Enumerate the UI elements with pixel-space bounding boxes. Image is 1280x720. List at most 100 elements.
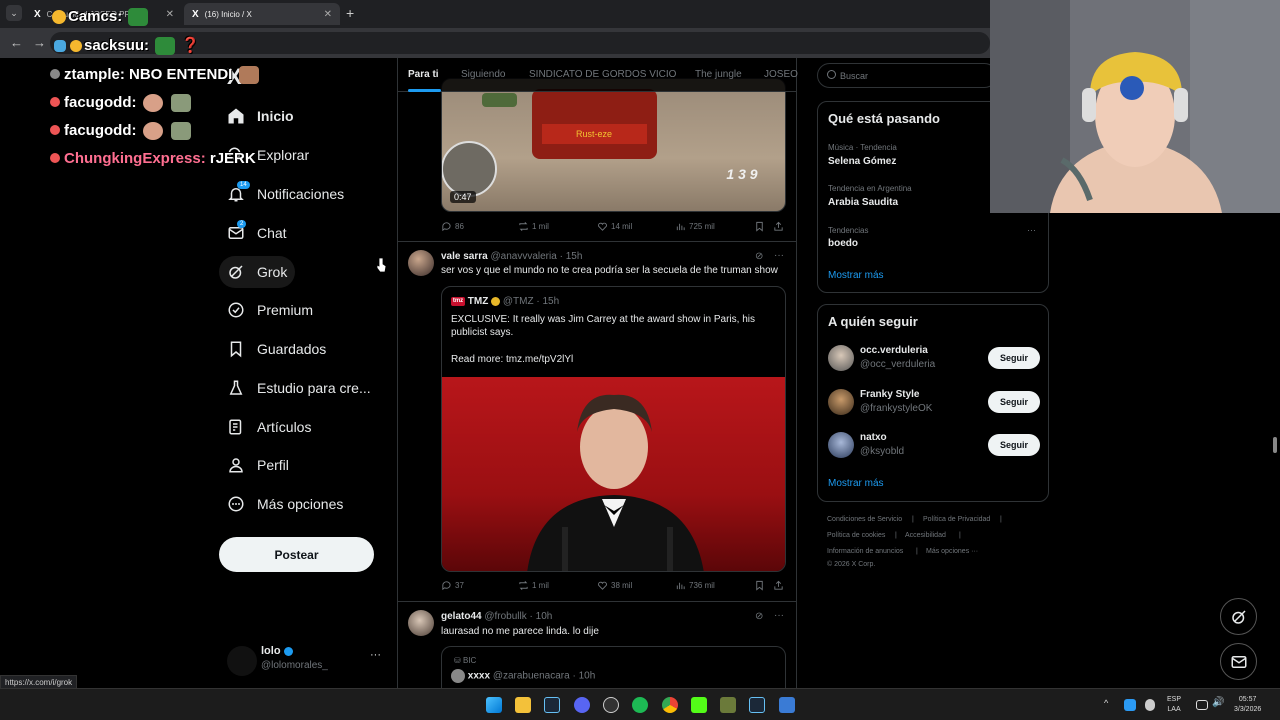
windows-start-icon[interactable] — [486, 697, 502, 713]
bookmark-button[interactable] — [754, 221, 765, 232]
nav-item-grok[interactable]: Grok — [219, 256, 296, 288]
tab-list-button[interactable]: ⌄ — [6, 5, 22, 21]
repost-button[interactable]: 1 mil — [518, 221, 549, 232]
account-more-icon[interactable]: ··· — [370, 649, 381, 661]
like-button[interactable]: 14 mil — [597, 221, 632, 232]
avatar[interactable] — [408, 250, 434, 276]
quote-link[interactable]: Read more: tmz.me/tpV2lYl — [451, 354, 573, 365]
nav-item-articulos[interactable]: Artículos — [219, 411, 319, 443]
nav-item-guardados[interactable]: Guardados — [219, 333, 334, 365]
follow-suggestion[interactable]: natxo @ksyobld Seguir — [828, 430, 1040, 460]
badge-icon — [50, 97, 60, 107]
follow-button[interactable]: Seguir — [988, 347, 1040, 369]
back-icon[interactable]: ← — [10, 35, 23, 50]
repost-button[interactable]: 1 mil — [518, 580, 549, 591]
bookmark-icon — [756, 580, 763, 591]
tab-joseo[interactable]: JOSEO — [764, 69, 798, 80]
obs-icon[interactable] — [603, 697, 619, 713]
post-actions: 86 1 mil 14 mil 725 mil — [441, 221, 786, 235]
footer-link[interactable]: Condiciones de Servicio — [827, 516, 902, 523]
follow-button[interactable]: Seguir — [988, 434, 1040, 456]
trends-show-more[interactable]: Mostrar más — [828, 270, 884, 281]
tab-siguiendo[interactable]: Siguiendo — [461, 69, 505, 80]
trend-item[interactable]: Selena Gómez — [828, 156, 896, 167]
quoted-post[interactable]: tmz TMZ @TMZ · 15h EXCLUSIVE: It really … — [441, 286, 786, 572]
search-input[interactable]: Buscar — [817, 63, 997, 88]
grok-small-icon[interactable]: ⊘ — [755, 251, 763, 262]
post-time[interactable]: 10h — [536, 611, 553, 622]
footer-separator: | — [1000, 516, 1002, 523]
post-more-icon[interactable]: ··· — [774, 610, 784, 621]
discord-icon[interactable] — [574, 697, 590, 713]
nav-item-label: Perfil — [257, 457, 289, 473]
author-name[interactable]: gelato44 — [441, 611, 482, 622]
grok-float-button[interactable] — [1220, 598, 1257, 635]
nav-item-estudio[interactable]: Estudio para cre... — [219, 372, 379, 404]
tab-para-ti[interactable]: Para ti — [408, 69, 439, 80]
chevron-up-icon[interactable]: ^ — [1104, 698, 1108, 708]
trend-item[interactable]: Arabia Saudita — [828, 197, 898, 208]
browser-tab-inicio[interactable]: X (16) Inicio / X ✕ — [184, 3, 340, 25]
follow-show-more[interactable]: Mostrar más — [828, 478, 884, 489]
nav-item-chat[interactable]: 2 Chat — [219, 217, 295, 249]
volume-icon[interactable]: 🔊 — [1212, 698, 1224, 708]
spotify-icon[interactable] — [632, 697, 648, 713]
follow-button[interactable]: Seguir — [988, 391, 1040, 413]
tab-the-jungle[interactable]: The jungle — [695, 69, 742, 80]
tab-close-icon[interactable]: ✕ — [324, 9, 332, 20]
messages-float-button[interactable] — [1220, 643, 1257, 680]
views-button[interactable]: 725 mil — [675, 221, 715, 232]
quote-image[interactable] — [442, 377, 785, 571]
network-icon[interactable] — [1196, 700, 1208, 710]
steam-icon[interactable] — [544, 697, 560, 713]
footer-link[interactable]: Política de Privacidad — [923, 516, 990, 523]
footer-link[interactable]: Accesibilidad — [905, 532, 946, 539]
avatar[interactable] — [408, 610, 434, 636]
reply-button[interactable]: 86 — [441, 221, 464, 232]
language-indicator[interactable]: ESP LAA — [1167, 695, 1181, 715]
new-tab-button[interactable]: + — [346, 5, 354, 21]
reply-button[interactable]: 37 — [441, 580, 464, 591]
follow-suggestion[interactable]: Franky Style @frankystyleOK Seguir — [828, 387, 1040, 417]
share-button[interactable] — [773, 221, 784, 232]
trend-more-icon[interactable]: ··· — [1027, 225, 1036, 235]
nav-item-mas-opciones[interactable]: Más opciones — [219, 488, 351, 520]
nav-item-notificaciones[interactable]: 14 Notificaciones — [219, 178, 352, 210]
author-handle[interactable]: @anavvvaleria — [491, 251, 557, 262]
chrome-icon[interactable] — [662, 697, 678, 713]
author-name[interactable]: vale sarra — [441, 251, 488, 262]
steam-icon[interactable] — [749, 697, 765, 713]
nav-item-inicio[interactable]: Inicio — [219, 100, 302, 132]
avatar — [828, 345, 854, 371]
bookmark-button[interactable] — [754, 580, 765, 591]
tab-close-icon[interactable]: ✕ — [166, 9, 174, 20]
footer-link[interactable]: Política de cookies — [827, 532, 885, 539]
forward-icon[interactable]: → — [33, 35, 46, 50]
grok-small-icon[interactable]: ⊘ — [755, 611, 763, 622]
tray-app-icon[interactable] — [1124, 699, 1136, 711]
follow-suggestion[interactable]: occ.verduleria @occ_verduleria Seguir — [828, 343, 1040, 373]
tab-sindicato[interactable]: SINDICATO DE GORDOS VICIO — [529, 69, 676, 80]
author-handle[interactable]: @frobullk — [484, 611, 526, 622]
post-time[interactable]: 15h — [566, 251, 583, 262]
footer-link[interactable]: Información de anuncios — [827, 548, 903, 555]
video-player[interactable]: Rust-eze 1 3 9 0:47 — [441, 78, 786, 212]
microphone-icon[interactable] — [1145, 699, 1155, 711]
repost-icon — [519, 222, 528, 231]
footer-link[interactable]: Más opciones ··· — [926, 548, 978, 555]
post-button[interactable]: Postear — [219, 537, 374, 572]
post-more-icon[interactable]: ··· — [774, 250, 784, 261]
like-button[interactable]: 38 mil — [597, 580, 632, 591]
page-scrollbar[interactable] — [1273, 437, 1277, 453]
account-switcher[interactable]: lolo @lolomorales_ ··· — [227, 643, 387, 679]
file-explorer-icon[interactable] — [515, 697, 531, 713]
game-icon[interactable] — [720, 697, 736, 713]
share-button[interactable] — [773, 580, 784, 591]
notepad-icon[interactable] — [779, 697, 795, 713]
trend-item[interactable]: boedo — [828, 238, 858, 249]
nav-item-premium[interactable]: Premium — [219, 294, 321, 326]
kick-icon[interactable] — [691, 697, 707, 713]
nav-item-perfil[interactable]: Perfil — [219, 449, 297, 481]
views-button[interactable]: 736 mil — [675, 580, 715, 591]
clock[interactable]: 05:57 3/3/2026 — [1234, 695, 1261, 715]
